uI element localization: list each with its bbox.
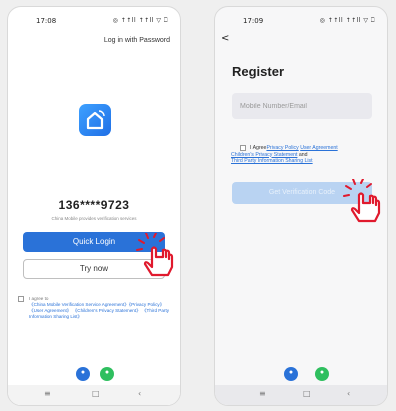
user-agreement-link[interactable]: User Agreement [300,145,337,151]
and-text: and [297,151,308,158]
menu-nav-icon[interactable]: ≡ [259,389,266,398]
back-nav-icon[interactable]: ‹ [138,389,141,398]
tap-hand-icon [136,233,174,277]
home-nav-icon[interactable]: □ [92,389,100,398]
agree-checkbox[interactable] [18,296,24,302]
page-title: Register [232,64,285,79]
alt-login-blue-icon[interactable]: ● [76,367,90,381]
register-screen: 17:09 ◎ ↑↑ll ↑↑ll ▽ ⎕ < Register I Agree… [214,6,388,406]
quick-login-screen: 17:08 ◎ ↑↑ll ↑↑ll ▽ ⎕ Log in with Passwo… [7,6,181,406]
status-icons: ◎ ↑↑ll ↑↑ll ▽ ⎕ [112,17,168,24]
wechat-login-icon[interactable]: ● [100,367,114,381]
system-navigation-bar: ≡ □ ‹ [8,385,180,405]
agreement-block: I agree to 《China Mobile Verification Se… [18,296,176,320]
tap-hand-icon [343,179,381,223]
wechat-login-icon[interactable]: ● [315,367,329,381]
masked-phone-number: 136****9723 [58,198,130,212]
agree-checkbox[interactable] [240,145,246,151]
provider-text: China Mobile provides verification servi… [51,216,137,221]
back-nav-icon[interactable]: ‹ [347,389,350,398]
third-party-list-link[interactable]: Third Party Information Sharing List [231,158,313,164]
status-bar: 17:09 ◎ ↑↑ll ↑↑ll ▽ ⎕ [215,15,387,27]
privacy-policy-link[interactable]: Privacy Policy [266,145,298,151]
log-in-with-password-link[interactable]: Log in with Password [104,37,170,44]
mobile-email-input[interactable] [232,93,372,119]
agreement-links[interactable]: 《China Mobile Verification Service Agree… [29,302,169,319]
home-icon [79,104,111,136]
home-nav-icon[interactable]: □ [303,389,311,398]
agree-prefix: I Agree [250,145,267,151]
menu-nav-icon[interactable]: ≡ [44,389,51,398]
status-time: 17:08 [36,17,57,25]
agree-prefix: I agree to [29,296,49,301]
system-navigation-bar: ≡ □ ‹ [215,385,387,405]
status-time: 17:09 [243,17,264,25]
back-button[interactable]: < [221,33,229,44]
agreement-block: I AgreePrivacy Policy User Agreement Chi… [231,145,380,165]
alt-login-blue-icon[interactable]: ● [284,367,298,381]
childrens-privacy-link[interactable]: Children's Privacy Statement [231,152,297,158]
status-bar: 17:08 ◎ ↑↑ll ↑↑ll ▽ ⎕ [8,15,180,27]
status-icons: ◎ ↑↑ll ↑↑ll ▽ ⎕ [319,17,375,24]
